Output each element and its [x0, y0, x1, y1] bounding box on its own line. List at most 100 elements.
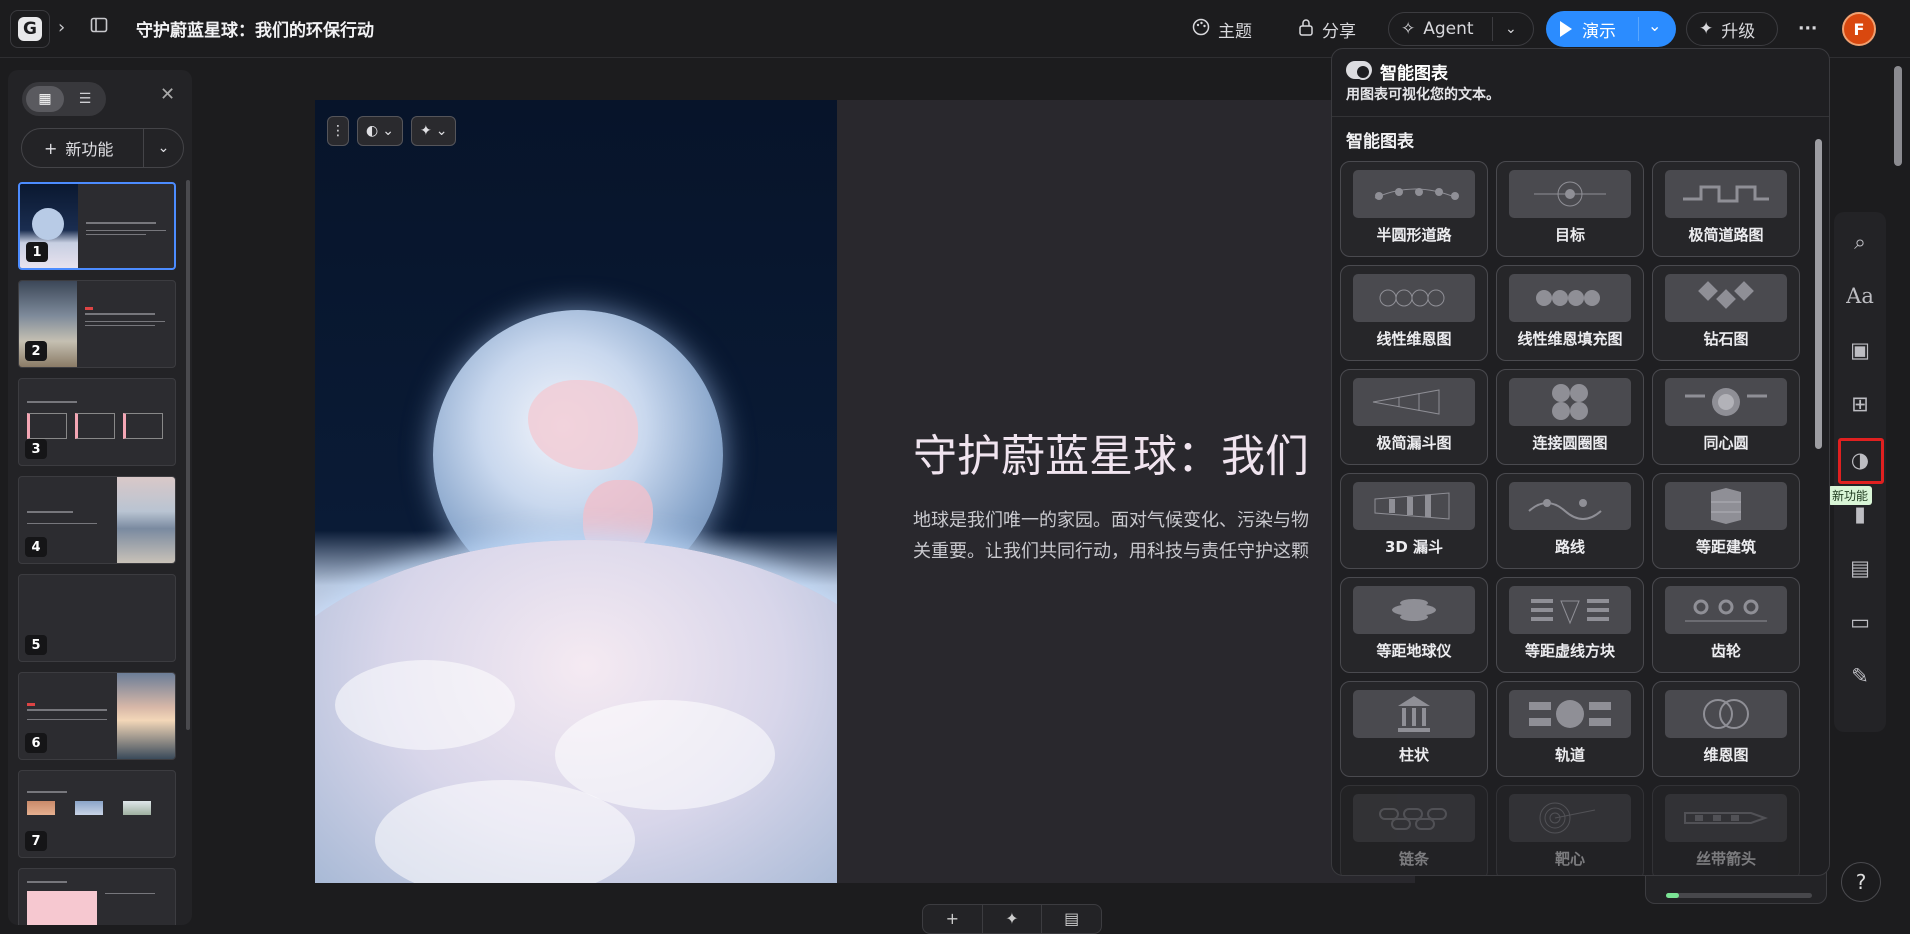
document-title[interactable]: 守护蔚蓝星球：我们的环保行动 [136, 16, 374, 41]
sidebar-scrollbar[interactable] [186, 180, 190, 730]
slide-toolbar: ⋮ ◐ ⌄ ✦ ⌄ [327, 116, 457, 146]
help-button[interactable]: ? [1841, 862, 1881, 902]
page-scrollbar[interactable] [1894, 66, 1902, 166]
diagram-card[interactable]: 柱状 [1340, 681, 1488, 777]
diagram-preview-icon [1665, 274, 1787, 322]
diagram-name: 靶心 [1554, 850, 1585, 868]
edit-icon[interactable]: ✎ [1834, 664, 1886, 688]
add-block-icon[interactable]: ⊞ [1834, 392, 1886, 416]
diagram-preview-icon [1665, 794, 1787, 842]
ai-add-icon[interactable]: ✦ [983, 905, 1043, 933]
slide-add-bar: + ✦ ▤ [922, 904, 1102, 934]
chevron-down-icon: ⌄ [382, 123, 394, 139]
close-icon[interactable]: ✕ [160, 84, 175, 105]
diagram-card[interactable]: 半圆形道路 [1340, 161, 1488, 257]
agent-divider [1492, 17, 1493, 41]
diagram-card[interactable]: 同心圆 [1652, 369, 1800, 465]
slide-thumbnail-1[interactable]: 1 [18, 182, 176, 270]
style-button[interactable]: ◐ ⌄ [357, 116, 403, 146]
diagram-grid: 半圆形道路 目标 极简道路图线性维恩图 线性维恩填充图 钻石图极简漏斗图 连接圆圈图 同心圆… [1340, 161, 1810, 875]
chevron-down-icon[interactable]: ⌄ [1648, 16, 1661, 35]
slide-thumbnail-5[interactable]: 5 [18, 574, 176, 662]
slide-number: 2 [25, 341, 47, 361]
slide-title[interactable]: 守护蔚蓝星球：我们 [913, 420, 1309, 484]
list-view-icon[interactable]: ☰ [68, 86, 102, 112]
slide-body[interactable]: 地球是我们唯一的家园。面对气候变化、污染与物 关重要。让我们共同行动，用科技与责… [913, 505, 1363, 567]
share-button[interactable]: 分享 [1298, 12, 1356, 46]
diagram-card[interactable]: 链条 [1340, 785, 1488, 875]
agent-label: Agent [1423, 19, 1474, 39]
diagram-name: 线性维恩填充图 [1517, 330, 1623, 348]
theme-button[interactable]: 主题 [1192, 12, 1252, 46]
diagram-card[interactable]: 目标 [1496, 161, 1644, 257]
diagram-card[interactable]: 齿轮 [1652, 577, 1800, 673]
present-divider [1638, 17, 1639, 41]
more-vertical-icon[interactable]: ⋮ [327, 116, 349, 146]
slide-thumbnail-3[interactable]: 3 [18, 378, 176, 466]
slide-thumbnail-6[interactable]: 6 [18, 672, 176, 760]
chevron-right-icon[interactable]: › [58, 17, 65, 38]
slide-number: 1 [26, 242, 48, 262]
slide-thumbnail-7[interactable]: 7 [18, 770, 176, 858]
video-icon[interactable]: ▤ [1834, 556, 1886, 580]
diagram-preview-icon [1353, 378, 1475, 426]
diagram-card[interactable]: 等距建筑 [1652, 473, 1800, 569]
diagram-card[interactable]: 3D 漏斗 [1340, 473, 1488, 569]
diagram-card[interactable]: 连接圆圈图 [1496, 369, 1644, 465]
slide-thumbnail-4[interactable]: 4 [18, 476, 176, 564]
slide-number: 3 [25, 439, 47, 459]
play-icon [1560, 21, 1572, 37]
panel-scroll-thumb[interactable] [1815, 139, 1822, 449]
avatar[interactable]: F [1842, 12, 1876, 46]
diagram-card[interactable]: 线性维恩填充图 [1496, 265, 1644, 361]
panel-scrollbar[interactable] [1813, 123, 1823, 871]
diagram-card[interactable]: 丝带箭头 [1652, 785, 1800, 875]
chevron-down-icon: ⌄ [435, 123, 448, 139]
chevron-down-icon[interactable]: ⌄ [1505, 21, 1517, 37]
app-logo[interactable]: G [10, 10, 50, 48]
image-icon[interactable]: ▣ [1834, 338, 1886, 362]
diagram-card[interactable]: 等距地球仪 [1340, 577, 1488, 673]
ai-button[interactable]: ✦ ⌄ [410, 116, 457, 146]
new-feature-button[interactable]: + 新功能 ⌄ [21, 128, 184, 168]
chevron-down-icon[interactable]: ⌄ [144, 140, 183, 156]
layout-icon[interactable]: ▤ [1042, 905, 1101, 933]
diagram-card[interactable]: 轨道 [1496, 681, 1644, 777]
diagram-card[interactable]: 极简漏斗图 [1340, 369, 1488, 465]
card-icon[interactable]: ▭ [1834, 610, 1886, 634]
diagram-card[interactable]: 极简道路图 [1652, 161, 1800, 257]
new-feature-label: 新功能 [65, 140, 114, 159]
sidebar-toggle-icon[interactable] [90, 16, 108, 39]
diagram-card[interactable]: 等距虚线方块 [1496, 577, 1644, 673]
diagram-card[interactable]: 线性维恩图 [1340, 265, 1488, 361]
chart-icon[interactable]: ▮ [1834, 502, 1886, 526]
upgrade-button[interactable]: ✦ 升级 [1686, 12, 1778, 46]
diagram-preview-icon [1509, 274, 1631, 322]
diagram-name: 维恩图 [1703, 746, 1749, 764]
diagram-card[interactable]: 维恩图 [1652, 681, 1800, 777]
slide-thumbnail-2[interactable]: 2 [18, 280, 176, 368]
film-view-icon[interactable]: ▦ [26, 86, 64, 112]
slide-number: 7 [25, 831, 47, 851]
search-icon[interactable]: ⌕ [1834, 230, 1886, 255]
diagram-preview-icon [1509, 794, 1631, 842]
agent-button[interactable]: ✧ Agent ⌄ [1388, 12, 1534, 46]
diagram-preview-icon [1353, 794, 1475, 842]
diagram-name: 柱状 [1398, 746, 1429, 764]
diagram-card[interactable]: 路线 [1496, 473, 1644, 569]
present-button[interactable]: 演示 ⌄ [1546, 11, 1676, 47]
text-style-icon[interactable]: Aa [1834, 284, 1886, 308]
diagram-card[interactable]: 靶心 [1496, 785, 1644, 875]
logo-letter: G [18, 17, 42, 41]
slide-number: 5 [25, 635, 47, 655]
diagram-name: 连接圆圈图 [1532, 434, 1608, 452]
diagram-preview-icon [1665, 170, 1787, 218]
diagram-preview-icon [1509, 586, 1631, 634]
add-slide-icon[interactable]: + [923, 905, 983, 933]
diagram-preview-icon [1353, 482, 1475, 530]
diagram-card[interactable]: 钻石图 [1652, 265, 1800, 361]
slide-thumbnail-8[interactable] [18, 868, 176, 925]
diagram-name: 线性维恩图 [1376, 330, 1452, 348]
more-options-button[interactable]: ··· [1798, 12, 1817, 46]
earth-image[interactable] [315, 100, 837, 883]
